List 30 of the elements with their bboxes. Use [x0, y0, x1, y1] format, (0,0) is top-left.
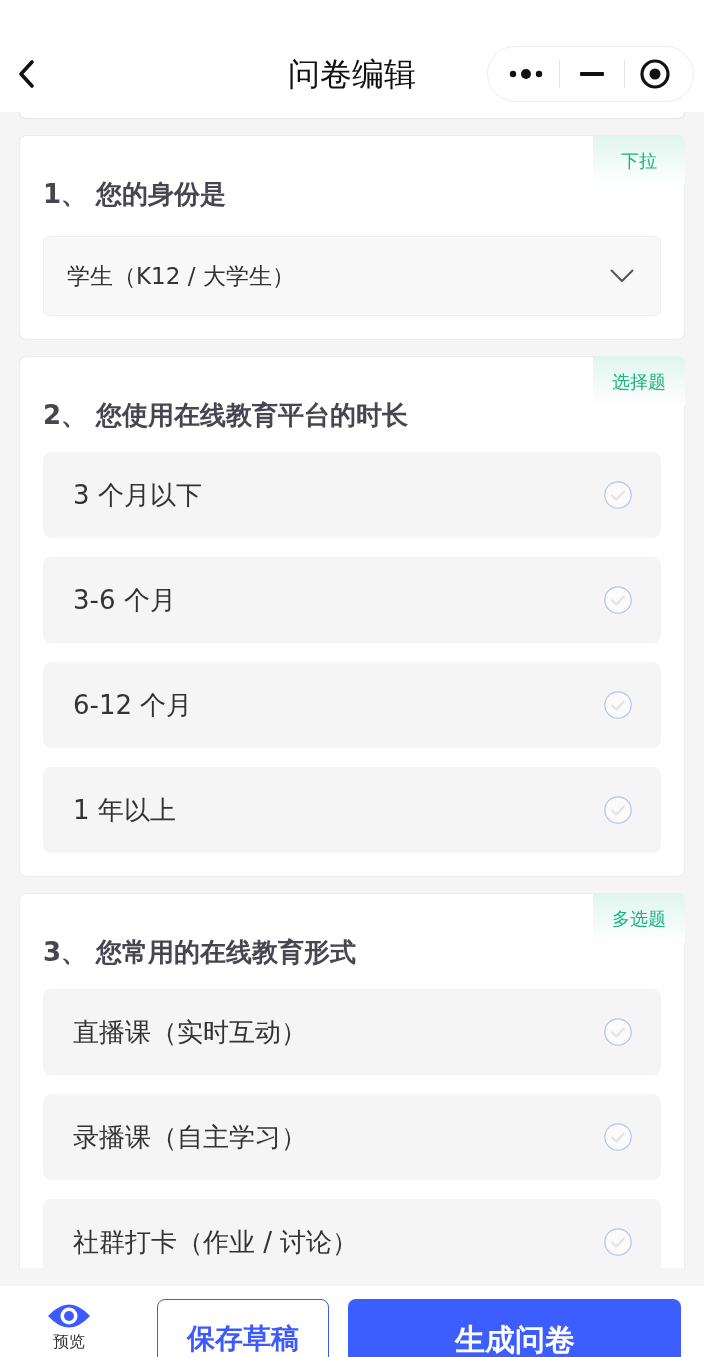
question-title: 3、 您常用的在线教育形式 — [43, 936, 358, 969]
question-title: 1、 您的身份是 — [43, 178, 228, 211]
option-item[interactable]: 6-12 个月 — [43, 662, 661, 748]
more-icon[interactable] — [509, 68, 543, 80]
option-item[interactable]: 3 个月以下 — [43, 452, 661, 538]
preview-button[interactable]: 预览 — [0, 1299, 138, 1351]
option-item[interactable]: 直播课（实时互动） — [43, 989, 661, 1075]
check-circle-icon[interactable] — [604, 1228, 632, 1256]
question-title: 2、 您使用在线教育平台的时长 — [43, 399, 410, 432]
option-item[interactable]: 录播课（自主学习） — [43, 1094, 661, 1180]
question-type-tag: 多选题 — [593, 893, 685, 943]
option-item[interactable]: 社群打卡（作业 / 讨论） — [43, 1199, 661, 1268]
page-title: 问卷编辑 — [288, 54, 416, 95]
check-circle-icon[interactable] — [604, 586, 632, 614]
minus-icon[interactable] — [580, 72, 604, 76]
option-item[interactable]: 1 年以上 — [43, 767, 661, 853]
question-type-tag: 选择题 — [593, 356, 685, 406]
circle-dot-icon[interactable] — [640, 59, 670, 89]
check-circle-icon[interactable] — [604, 1018, 632, 1046]
eye-icon — [47, 1302, 91, 1330]
save-draft-button[interactable]: 保存草稿 — [157, 1299, 329, 1357]
check-circle-icon[interactable] — [604, 481, 632, 509]
check-circle-icon[interactable] — [604, 1123, 632, 1151]
question-type-tag: 下拉 — [593, 135, 685, 185]
chevron-down-icon — [610, 269, 634, 283]
option-item[interactable]: 3-6 个月 — [43, 557, 661, 643]
generate-button[interactable]: 生成问卷 — [348, 1299, 681, 1357]
check-circle-icon[interactable] — [604, 691, 632, 719]
check-circle-icon[interactable] — [604, 796, 632, 824]
dropdown-field[interactable]: 学生（K12 / 大学生） — [43, 236, 661, 316]
